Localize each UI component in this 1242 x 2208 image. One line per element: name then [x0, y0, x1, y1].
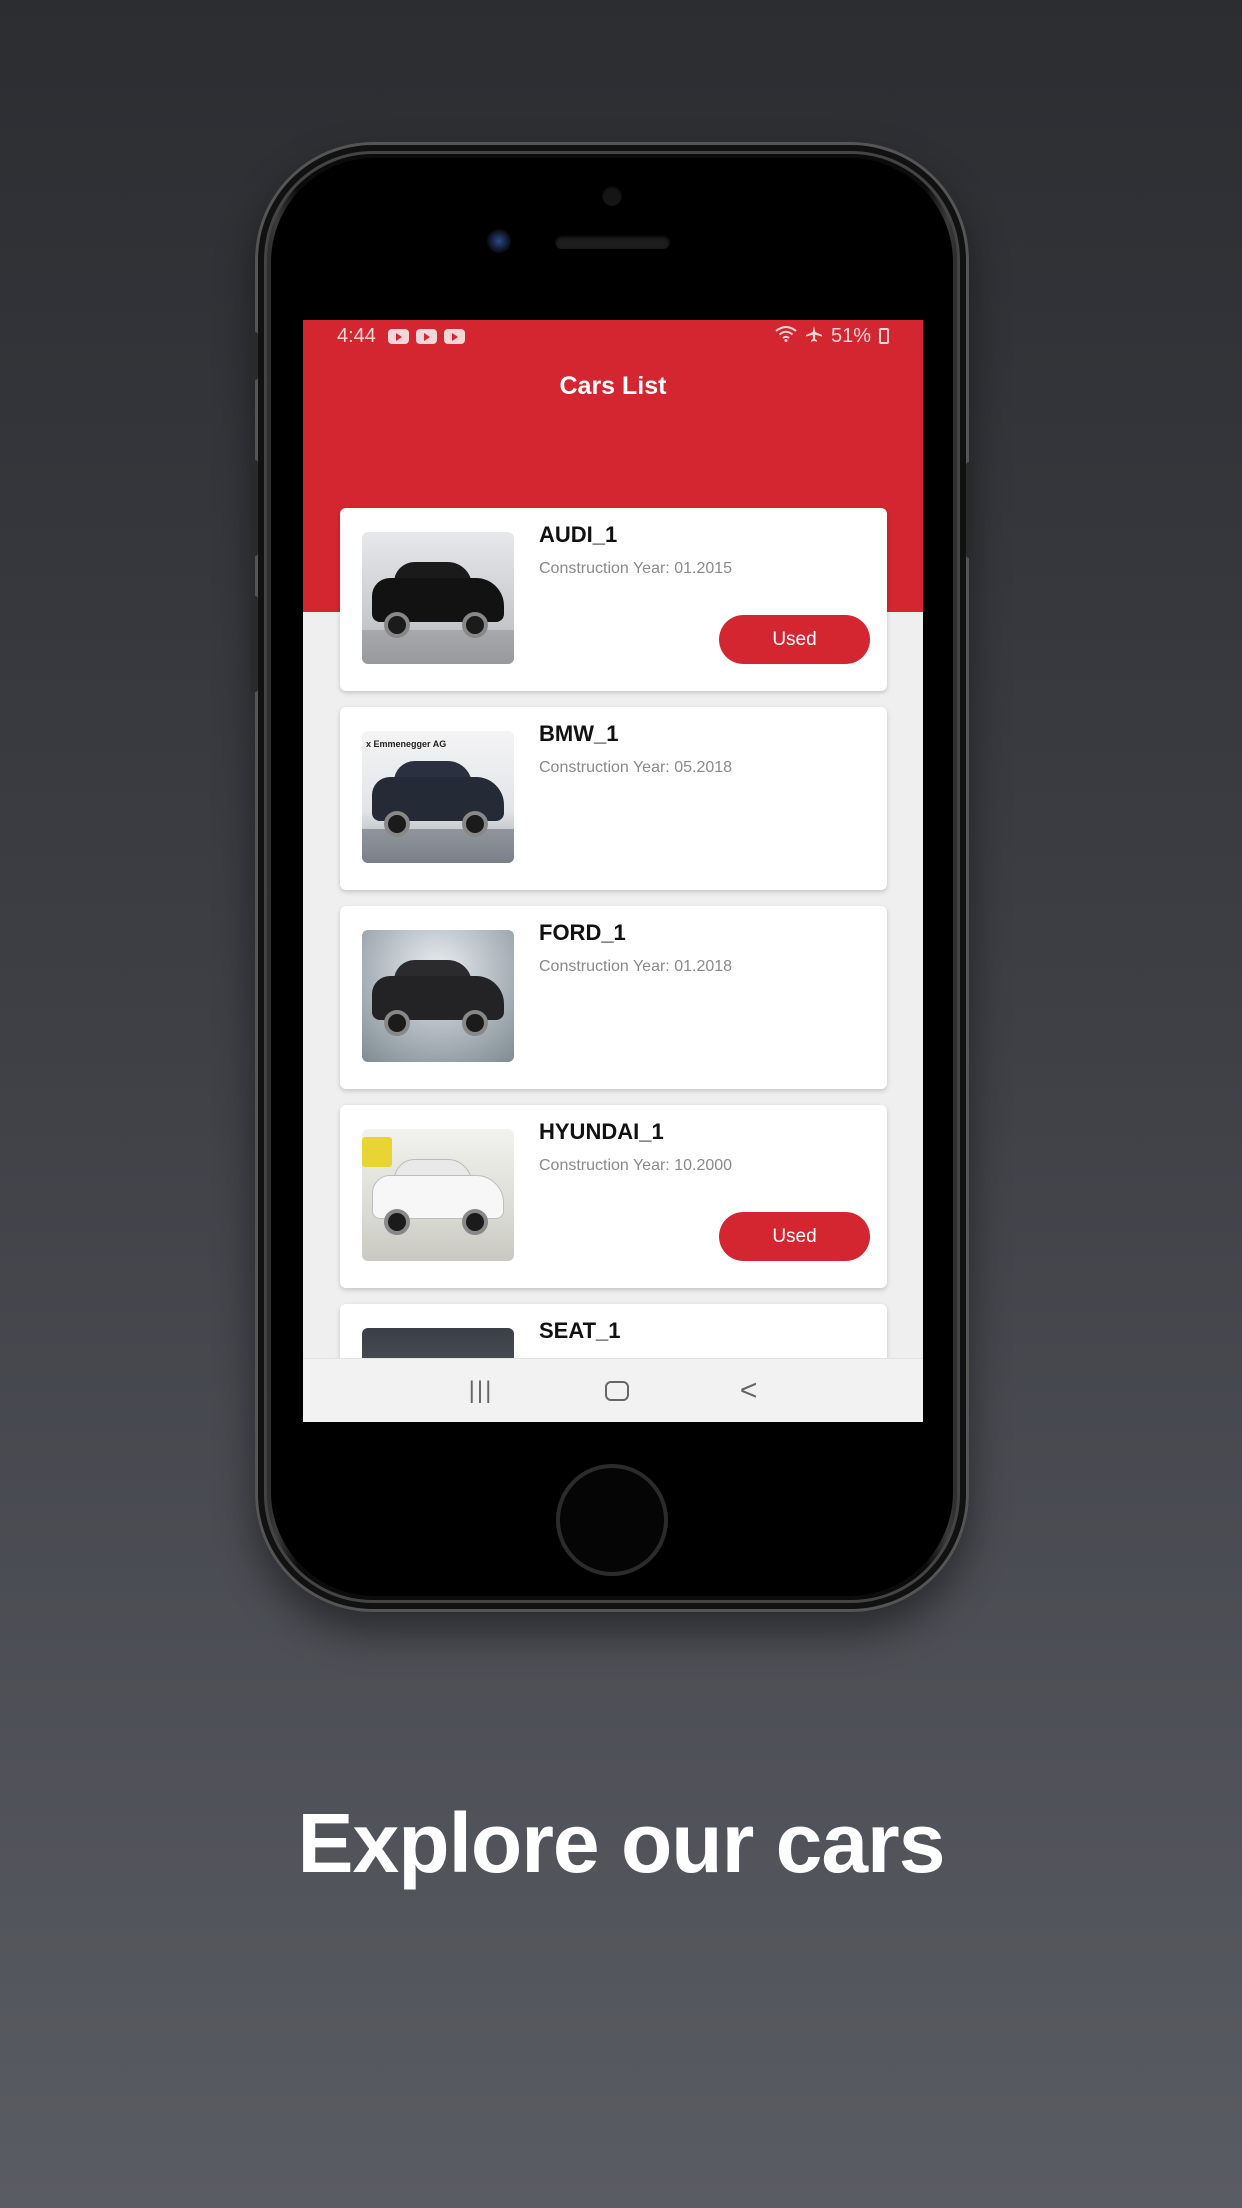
car-year: Construction Year: 10.2000: [539, 1157, 733, 1174]
car-card[interactable]: FORD_1 Construction Year: 01.2018: [340, 906, 887, 1089]
car-wheel: [384, 612, 410, 638]
car-year: Construction Year: 01.2015: [539, 560, 733, 577]
home-nav-icon[interactable]: [604, 1380, 629, 1401]
car-card[interactable]: HYUNDAI_1 Construction Year: 10.2000 Use…: [340, 1105, 887, 1288]
used-badge-button[interactable]: Used: [719, 615, 870, 664]
back-button[interactable]: <: [740, 1374, 758, 1408]
status-right: 51%: [775, 325, 889, 348]
volume-down-button: [251, 596, 258, 692]
battery-icon: [879, 328, 889, 344]
car-thumbnail: [362, 532, 514, 664]
promo-tagline: Explore our cars: [297, 1796, 946, 1890]
youtube-icon: [443, 328, 465, 344]
car-thumbnail: x Emmenegger AG: [362, 731, 514, 863]
thumbnail-floor: [362, 829, 514, 863]
wifi-icon: [775, 325, 797, 347]
car-name: SEAT_1: [539, 1318, 621, 1343]
volume-up-button: [251, 460, 258, 556]
car-year: Construction Year: 05.2018: [539, 759, 733, 776]
dealer-logo: [362, 1137, 392, 1167]
car-wheel: [384, 811, 410, 837]
car-thumbnail: [362, 930, 514, 1062]
proximity-sensor: [602, 186, 622, 206]
home-button: [556, 1464, 668, 1576]
used-badge-button[interactable]: Used: [719, 1212, 870, 1261]
car-year: Construction Year: 01.2018: [539, 958, 733, 975]
car-name: AUDI_1: [539, 522, 618, 547]
car-thumbnail: [362, 1129, 514, 1261]
earpiece-speaker: [555, 235, 670, 249]
car-wheel: [462, 1209, 488, 1235]
car-wheel: [384, 1209, 410, 1235]
car-name: FORD_1: [539, 920, 626, 945]
car-list: AUDI_1 Construction Year: 01.2015 Used x…: [340, 508, 887, 1422]
mute-switch: [251, 332, 258, 380]
car-card[interactable]: x Emmenegger AG BMW_1 Construction Year:…: [340, 707, 887, 890]
car-name: HYUNDAI_1: [539, 1119, 664, 1144]
car-name: BMW_1: [539, 721, 619, 746]
status-time: 4:44: [337, 324, 376, 347]
page-title: Cars List: [559, 372, 667, 400]
app-screen: 4:44 51% Cars List AUDI_1 Construction Y…: [303, 320, 923, 1422]
power-button: [966, 462, 973, 558]
youtube-icon: [415, 328, 437, 344]
system-nav-bar: ||| <: [303, 1358, 923, 1422]
thumbnail-floor: [362, 630, 514, 664]
car-wheel: [462, 612, 488, 638]
car-wheel: [462, 811, 488, 837]
car-wheel: [384, 1010, 410, 1036]
airplane-icon: [805, 325, 823, 348]
thumbnail-dealer-text: x Emmenegger AG: [366, 739, 447, 749]
car-wheel: [462, 1010, 488, 1036]
status-bar: 4:44 51%: [303, 320, 923, 352]
youtube-icon: [387, 328, 409, 344]
car-card[interactable]: AUDI_1 Construction Year: 01.2015 Used: [340, 508, 887, 691]
battery-percent: 51%: [830, 324, 871, 347]
recents-button[interactable]: |||: [469, 1377, 494, 1405]
front-camera-icon: [487, 229, 511, 253]
